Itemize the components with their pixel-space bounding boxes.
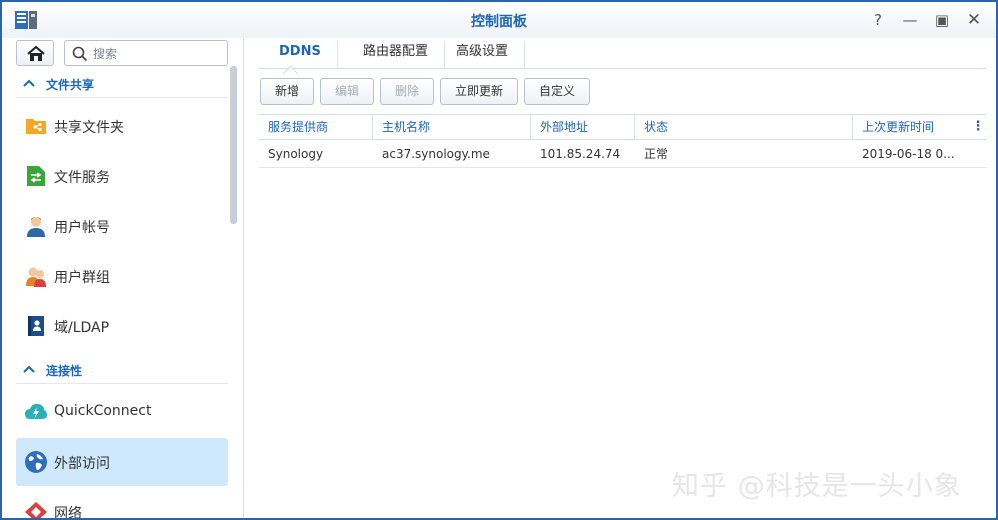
sidebar-item-user[interactable]: 用户帐号 [16, 202, 228, 250]
home-icon [27, 45, 45, 61]
minimize-button[interactable]: — [900, 10, 920, 30]
sidebar-item-shared-folder[interactable]: 共享文件夹 [16, 102, 228, 150]
title-bar: 控制面板 ? — ▣ ✕ [2, 2, 996, 38]
update-now-button[interactable]: 立即更新 [440, 78, 518, 105]
section-label: 连接性 [46, 364, 83, 378]
search-field[interactable] [64, 40, 228, 66]
edit-button[interactable]: 编辑 [320, 78, 374, 105]
shared-folder-icon [26, 119, 46, 134]
tab-advanced-settings[interactable]: 高级设置 [440, 41, 526, 67]
cell-status: 正常 [644, 147, 669, 161]
search-input[interactable] [93, 45, 221, 63]
domain-icon [28, 316, 44, 336]
sidebar-item-network[interactable]: 网络 [16, 488, 228, 520]
delete-button[interactable]: 删除 [380, 78, 434, 105]
section-label: 文件共享 [46, 78, 95, 92]
cell-hostname: ac37.synology.me [382, 147, 490, 161]
search-icon [72, 46, 88, 62]
file-services-icon [27, 166, 45, 186]
close-button[interactable]: ✕ [964, 10, 984, 30]
watermark: 知乎 @科技是一头小象 [672, 471, 962, 502]
sidebar-item-external-access[interactable]: 外部访问 [16, 438, 228, 486]
column-header-provider[interactable]: 服务提供商 [259, 115, 373, 139]
column-header-last-updated[interactable]: 上次更新时间 [853, 115, 970, 139]
table-row[interactable]: Synology ac37.synology.me 101.85.24.74 正… [259, 140, 986, 168]
section-connectivity[interactable]: 连接性 [16, 356, 228, 384]
home-button[interactable] [16, 40, 54, 66]
tab-bar: DDNS 路由器配置 高级设置 [259, 38, 986, 69]
sidebar-item-label: 外部访问 [54, 456, 110, 472]
cell-last-updated: 2019-06-18 0... [862, 147, 955, 161]
window-title: 控制面板 [471, 14, 527, 30]
sidebar-item-label: QuickConnect [54, 403, 152, 419]
main-panel: DDNS 路由器配置 高级设置 新增 编辑 删除 立即更新 自定义 服务提供商 … [245, 38, 996, 518]
control-panel-window: 控制面板 ? — ▣ ✕ 文件共享 [0, 0, 998, 520]
sidebar-item-group[interactable]: 用户群组 [16, 252, 228, 300]
column-header-hostname[interactable]: 主机名称 [373, 115, 531, 139]
sidebar-item-label: 网络 [54, 506, 82, 520]
sidebar: 文件共享 共享文件夹 文件服务 用户帐号 [2, 38, 244, 520]
add-button[interactable]: 新增 [260, 78, 314, 105]
column-header-external-address[interactable]: 外部地址 [531, 115, 635, 139]
sidebar-item-label: 域/LDAP [54, 320, 110, 336]
table-header: 服务提供商 主机名称 外部地址 状态 上次更新时间 ⋮ [259, 114, 986, 140]
sidebar-item-label: 共享文件夹 [54, 120, 124, 136]
customize-button[interactable]: 自定义 [524, 78, 590, 105]
chevron-up-icon [23, 365, 35, 373]
sidebar-scrollbar[interactable] [230, 66, 237, 224]
quickconnect-icon [25, 403, 47, 419]
tab-ddns[interactable]: DDNS [263, 41, 338, 67]
sidebar-item-label: 文件服务 [54, 170, 110, 186]
globe-icon [25, 451, 47, 473]
section-file-sharing[interactable]: 文件共享 [16, 70, 228, 98]
user-icon [27, 217, 45, 237]
cell-external-address: 101.85.24.74 [540, 147, 621, 161]
column-menu-icon[interactable]: ⋮ [970, 115, 986, 139]
column-header-status[interactable]: 状态 [635, 115, 853, 139]
tab-router-config[interactable]: 路由器配置 [347, 41, 446, 67]
group-icon [26, 267, 46, 287]
sidebar-item-file-services[interactable]: 文件服务 [16, 152, 228, 200]
sidebar-item-label: 用户群组 [54, 270, 110, 286]
network-icon [25, 502, 47, 518]
chevron-up-icon [23, 79, 35, 87]
cell-provider: Synology [268, 147, 324, 161]
help-button[interactable]: ? [868, 10, 888, 30]
maximize-button[interactable]: ▣ [932, 10, 952, 30]
sidebar-item-label: 用户帐号 [54, 220, 110, 236]
ddns-table: 服务提供商 主机名称 外部地址 状态 上次更新时间 ⋮ Synology ac3… [259, 114, 986, 168]
sidebar-item-quickconnect[interactable]: QuickConnect [16, 388, 228, 436]
sidebar-item-domain-ldap[interactable]: 域/LDAP [16, 302, 228, 350]
